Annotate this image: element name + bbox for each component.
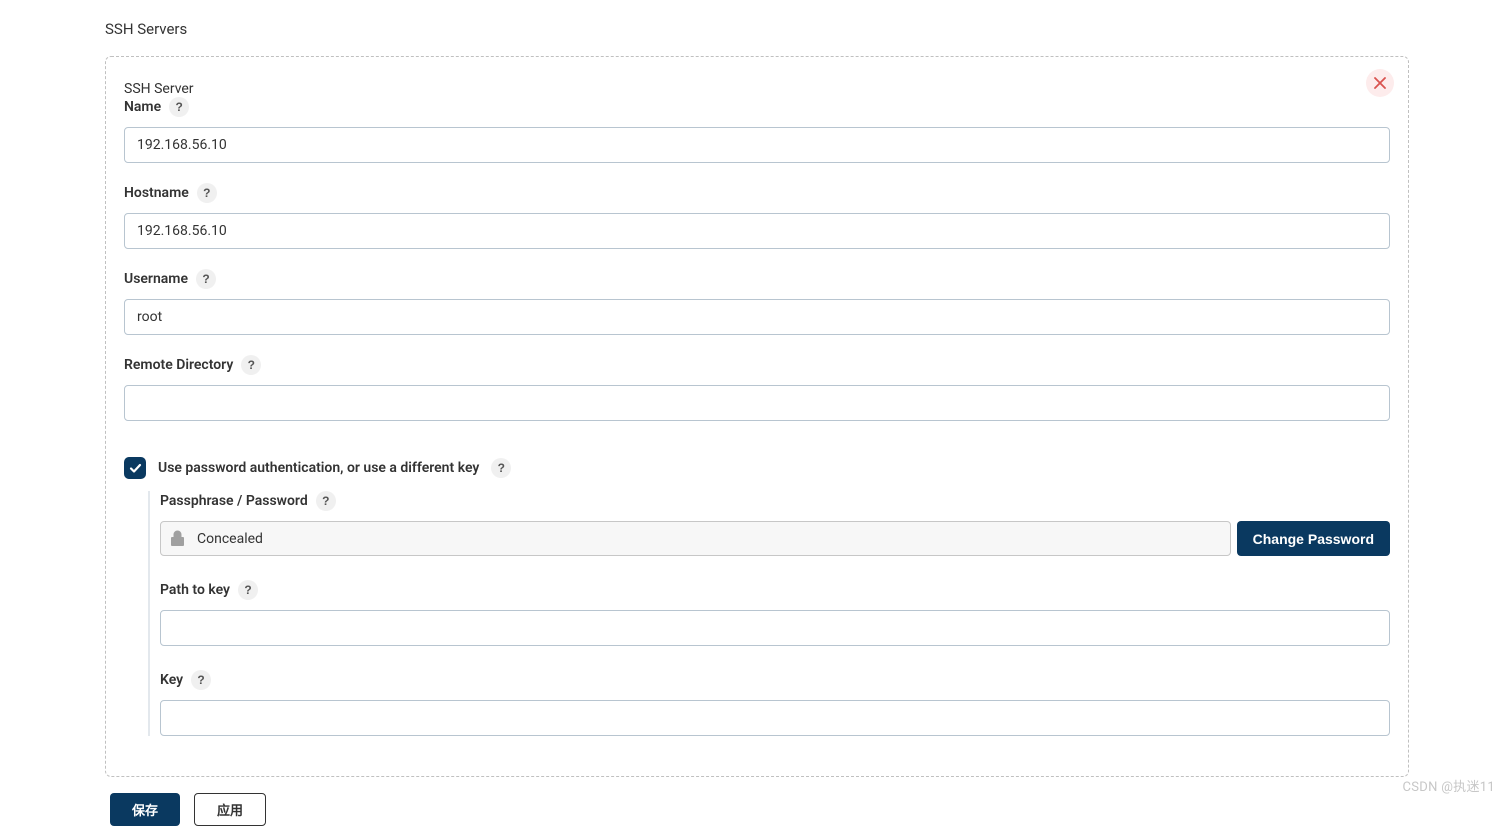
help-icon[interactable]: ? <box>169 97 189 117</box>
username-label: Username <box>124 271 188 287</box>
help-icon[interactable]: ? <box>196 269 216 289</box>
help-icon[interactable]: ? <box>191 670 211 690</box>
section-title: SSH Servers <box>105 20 1409 38</box>
auth-checkbox-label: Use password authentication, or use a di… <box>158 460 479 476</box>
remote-directory-input[interactable] <box>124 385 1390 421</box>
close-button[interactable] <box>1366 69 1394 97</box>
path-to-key-label: Path to key <box>160 582 230 598</box>
close-icon <box>1374 77 1386 89</box>
name-input[interactable] <box>124 127 1390 163</box>
help-icon[interactable]: ? <box>197 183 217 203</box>
panel-title: SSH Server <box>124 81 1390 97</box>
auth-section: Passphrase / Password ? <box>148 491 1390 736</box>
hostname-input[interactable] <box>124 213 1390 249</box>
help-icon[interactable]: ? <box>491 458 511 478</box>
hostname-label: Hostname <box>124 185 189 201</box>
remote-directory-label: Remote Directory <box>124 357 233 373</box>
name-label: Name <box>124 99 161 115</box>
path-to-key-input[interactable] <box>160 610 1390 646</box>
watermark: CSDN @执迷11 <box>1403 776 1496 795</box>
help-icon[interactable]: ? <box>241 355 261 375</box>
auth-checkbox[interactable] <box>124 457 146 479</box>
save-button[interactable]: 保存 <box>110 793 180 826</box>
footer-buttons: 保存 应用 <box>110 793 1409 826</box>
key-input[interactable] <box>160 700 1390 736</box>
help-icon[interactable]: ? <box>316 491 336 511</box>
lock-icon <box>161 522 193 555</box>
change-password-button[interactable]: Change Password <box>1237 521 1390 556</box>
key-label: Key <box>160 672 183 688</box>
concealed-password-field: Concealed <box>160 521 1231 556</box>
apply-button[interactable]: 应用 <box>194 793 266 826</box>
ssh-server-panel: SSH Server Name ? Hostname ? Username ? <box>105 56 1409 777</box>
concealed-text: Concealed <box>193 531 263 547</box>
check-icon <box>129 462 142 475</box>
username-input[interactable] <box>124 299 1390 335</box>
help-icon[interactable]: ? <box>238 580 258 600</box>
passphrase-label: Passphrase / Password <box>160 493 308 509</box>
